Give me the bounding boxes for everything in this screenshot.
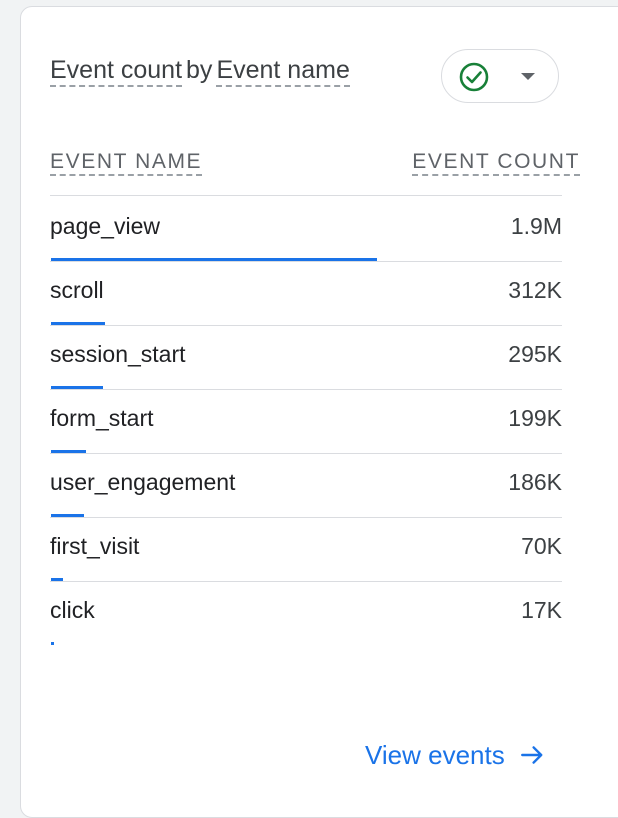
event-count-bar [51,642,54,645]
table-row[interactable]: page_view 1.9M [50,196,562,262]
event-count-cell: 17K [521,597,562,623]
card-title: Event count by Event name [50,56,350,87]
event-name-cell: click [50,597,95,623]
table-row[interactable]: user_engagement 186K [50,452,562,518]
caret-down-icon [521,73,535,80]
table-row[interactable]: session_start 295K [50,324,562,390]
column-header-event-name[interactable]: EVENT NAME [50,150,203,176]
table-row[interactable]: click 17K [50,580,562,645]
title-metric[interactable]: Event count [50,56,183,87]
status-dropdown-button[interactable] [441,49,559,103]
event-name-cell: scroll [50,277,104,303]
table-row[interactable]: form_start 199K [50,388,562,454]
event-count-cell: 186K [508,469,562,495]
table-row[interactable]: scroll 312K [50,260,562,326]
check-circle-icon [459,62,489,92]
event-count-cell: 312K [508,277,562,303]
event-name-cell: form_start [50,405,154,431]
column-header-event-count[interactable]: EVENT COUNT [412,150,580,176]
event-name-cell: session_start [50,341,186,367]
event-name-cell: user_engagement [50,469,236,495]
event-count-cell: 70K [521,533,562,559]
arrow-right-icon [520,746,543,764]
event-count-cell: 199K [508,405,562,431]
event-name-cell: page_view [50,213,160,239]
title-dimension[interactable]: Event name [216,56,350,87]
view-events-link[interactable]: View events [365,740,545,771]
title-by: by [186,56,213,84]
table-row[interactable]: first_visit 70K [50,516,562,582]
view-events-label: View events [365,740,505,770]
event-count-cell: 1.9M [510,213,562,239]
event-name-cell: first_visit [50,533,140,559]
event-count-cell: 295K [508,341,562,367]
